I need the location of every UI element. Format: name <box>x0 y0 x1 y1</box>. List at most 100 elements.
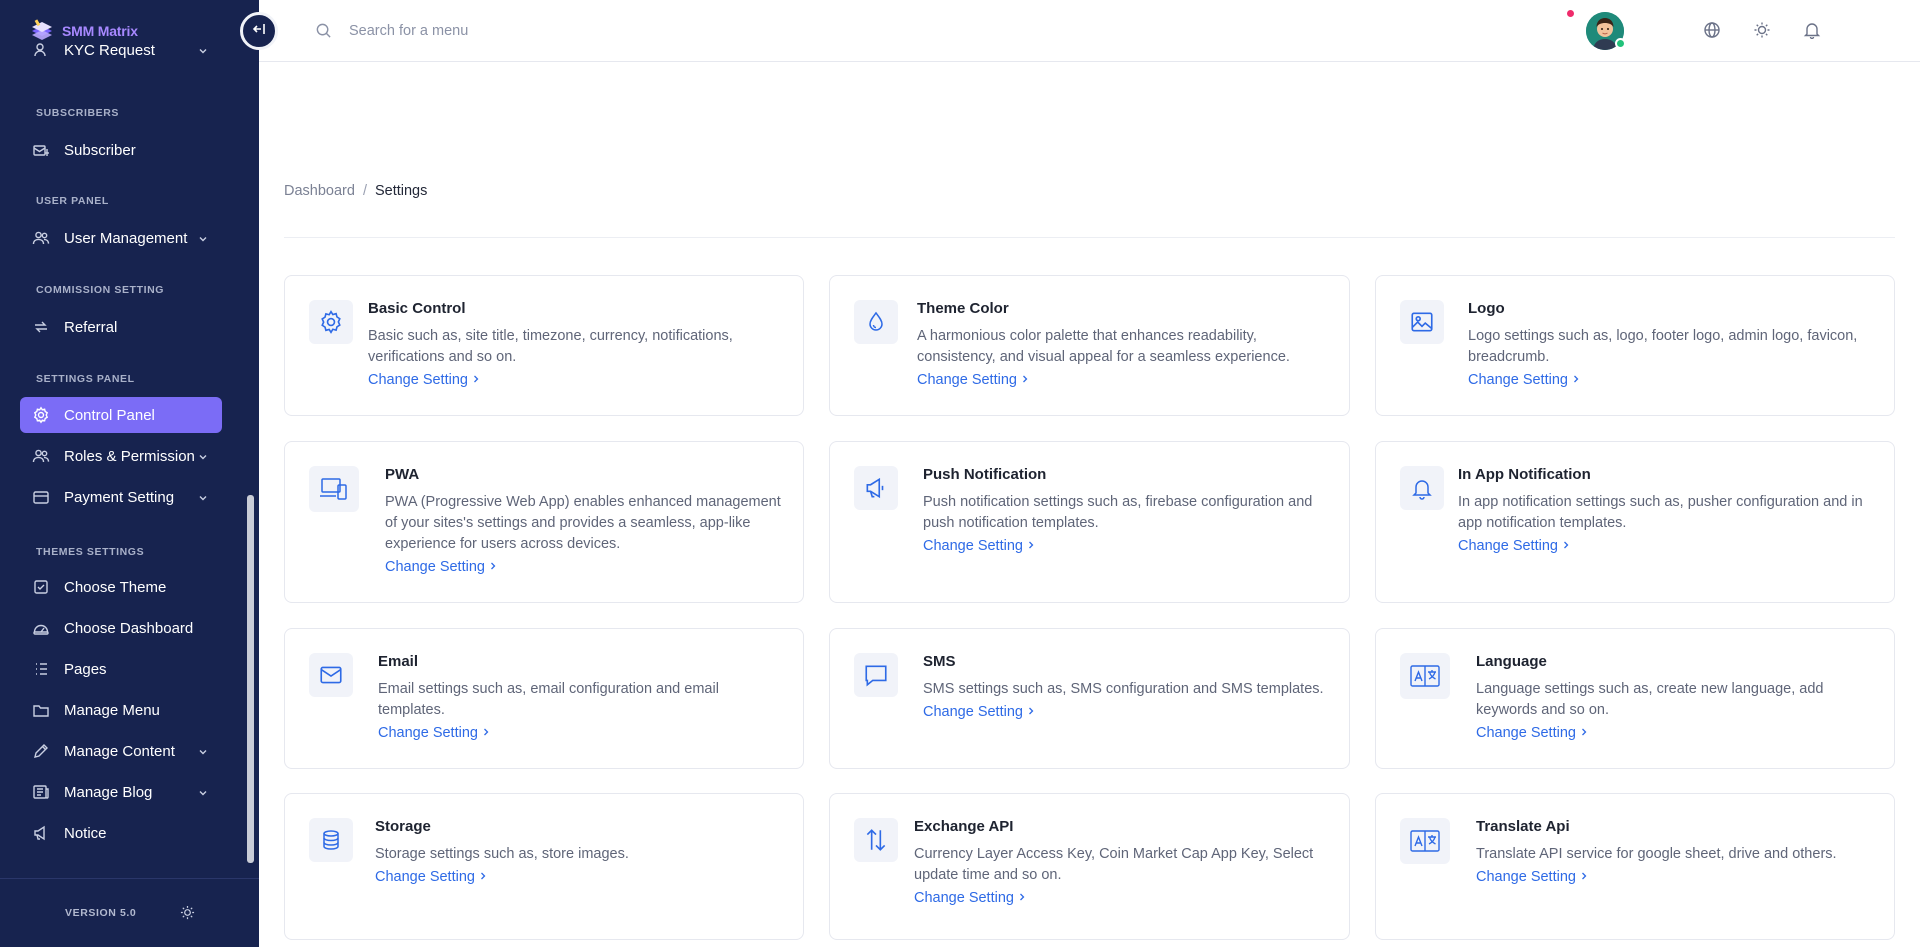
change-setting-link[interactable]: Change Setting <box>378 725 490 741</box>
card-description: A harmonious color palette that enhances… <box>917 328 1290 365</box>
section-commission-setting: COMMISSION SETTING <box>36 284 165 296</box>
collapse-arrow-icon <box>252 22 266 41</box>
bell-icon <box>1400 466 1444 510</box>
sidebar-item-manage-menu[interactable]: Manage Menu <box>20 692 222 728</box>
chevron-down-icon <box>198 490 208 507</box>
pencil-icon <box>32 742 50 760</box>
change-setting-link[interactable]: Change Setting <box>1468 372 1580 388</box>
exchange-icon <box>854 818 898 862</box>
section-subscribers: SUBSCRIBERS <box>36 107 120 119</box>
gear-icon <box>309 300 353 344</box>
sidebar-item-pages[interactable]: Pages <box>20 651 222 687</box>
search-icon <box>315 22 332 44</box>
chevron-right-icon <box>1580 725 1588 741</box>
sidebar-item-label: Choose Theme <box>64 578 167 596</box>
settings-card-in-app-notification: In App Notification In app notification … <box>1375 441 1895 603</box>
users-icon <box>32 229 50 247</box>
breadcrumb-current: Settings <box>374 183 428 199</box>
sidebar-item-label: Notice <box>64 824 107 842</box>
card-title: Logo <box>1468 300 1505 317</box>
wallet-icon <box>32 488 50 506</box>
settings-card-push-notification: Push Notification Push notification sett… <box>829 441 1350 603</box>
card-title: SMS <box>923 653 956 670</box>
chevron-down-icon <box>198 43 208 60</box>
sidebar-item-label: User Management <box>64 229 188 247</box>
blog-icon <box>32 783 50 801</box>
card-title: Basic Control <box>368 300 466 317</box>
card-description: Email settings such as, email configurat… <box>378 681 719 718</box>
sidebar-item-payment-setting[interactable]: Payment Setting <box>20 479 222 515</box>
droplet-icon <box>854 300 898 344</box>
change-setting-link[interactable]: Change Setting <box>385 559 497 575</box>
sidebar-item-label: Roles & Permission <box>64 447 195 465</box>
card-description: Push notification settings such as, fire… <box>923 494 1313 531</box>
sidebar-collapse-button[interactable] <box>240 12 278 50</box>
sidebar-item-subscriber[interactable]: Subscriber <box>20 132 222 168</box>
sidebar-item-label: Referral <box>64 318 118 336</box>
chevron-right-icon <box>1027 538 1035 554</box>
change-setting-link[interactable]: Change Setting <box>914 890 1026 906</box>
translate-icon <box>1400 818 1450 864</box>
settings-card-pwa: PWA PWA (Progressive Web App) enables en… <box>284 441 804 603</box>
notification-dot <box>1567 10 1574 17</box>
sun-icon[interactable] <box>1753 21 1771 44</box>
card-body: Translate Api Translate API service for … <box>1476 818 1876 886</box>
card-title: Push Notification <box>923 466 1047 483</box>
message-icon <box>854 653 898 697</box>
folder-icon <box>32 701 50 719</box>
chevron-right-icon <box>1027 704 1035 720</box>
online-status-dot <box>1615 38 1626 49</box>
sidebar: SMM Matrix KYC Request SUBSCRIBERS Subsc… <box>0 0 259 947</box>
card-description: Basic such as, site title, timezone, cur… <box>368 328 733 365</box>
card-body: PWA PWA (Progressive Web App) enables en… <box>385 466 785 576</box>
megaphone-icon <box>854 466 898 510</box>
link-label: Change Setting <box>914 890 1014 906</box>
search-input[interactable] <box>349 18 749 44</box>
devices-icon <box>309 466 359 512</box>
chevron-down-icon <box>198 231 208 248</box>
card-body: Theme Color A harmonious color palette t… <box>917 300 1331 389</box>
translate-icon <box>1400 653 1450 699</box>
sidebar-item-manage-blog[interactable]: Manage Blog <box>20 774 222 810</box>
sidebar-item-roles-permission[interactable]: Roles & Permission <box>20 438 222 474</box>
chevron-down-icon <box>198 785 208 802</box>
sidebar-item-referral[interactable]: Referral <box>20 309 222 345</box>
settings-card-email: Email Email settings such as, email conf… <box>284 628 804 769</box>
breadcrumb: Dashboard / Settings <box>284 183 427 199</box>
sidebar-scrollbar[interactable] <box>247 495 254 863</box>
sidebar-item-kyc-request[interactable]: KYC Request <box>20 32 222 68</box>
breadcrumb-dashboard-link[interactable]: Dashboard <box>284 183 355 199</box>
sidebar-item-control-panel[interactable]: Control Panel <box>20 397 222 433</box>
sidebar-item-notice[interactable]: Notice <box>20 815 222 851</box>
sidebar-item-manage-content[interactable]: Manage Content <box>20 733 222 769</box>
change-setting-link[interactable]: Change Setting <box>1476 869 1588 885</box>
link-label: Change Setting <box>923 538 1023 554</box>
change-setting-link[interactable]: Change Setting <box>1458 538 1570 554</box>
change-setting-link[interactable]: Change Setting <box>923 538 1035 554</box>
sidebar-item-label: Payment Setting <box>64 488 175 506</box>
change-setting-link[interactable]: Change Setting <box>368 372 480 388</box>
card-description: PWA (Progressive Web App) enables enhanc… <box>385 494 781 552</box>
chevron-right-icon <box>1018 890 1026 906</box>
change-setting-link[interactable]: Change Setting <box>923 704 1035 720</box>
settings-card-storage: Storage Storage settings such as, store … <box>284 793 804 940</box>
globe-icon[interactable] <box>1703 21 1721 44</box>
change-setting-link[interactable]: Change Setting <box>1476 725 1588 741</box>
sidebar-item-user-management[interactable]: User Management <box>20 220 222 256</box>
version-label: VERSION 5.0 <box>65 907 137 919</box>
breadcrumb-separator: / <box>362 183 367 199</box>
change-setting-link[interactable]: Change Setting <box>375 869 487 885</box>
bell-icon[interactable] <box>1803 21 1821 44</box>
sun-icon[interactable] <box>180 905 195 925</box>
settings-card-basic-control: Basic Control Basic such as, site title,… <box>284 275 804 416</box>
card-body: Language Language settings such as, crea… <box>1476 653 1876 742</box>
change-setting-link[interactable]: Change Setting <box>917 372 1029 388</box>
card-title: Storage <box>375 818 431 835</box>
sidebar-item-choose-theme[interactable]: Choose Theme <box>20 569 222 605</box>
link-label: Change Setting <box>385 559 485 575</box>
sidebar-item-label: Subscriber <box>64 141 136 159</box>
sidebar-item-choose-dashboard[interactable]: Choose Dashboard <box>20 610 222 646</box>
chevron-right-icon <box>479 869 487 885</box>
sidebar-item-label: Choose Dashboard <box>64 619 194 637</box>
card-description: In app notification settings such as, pu… <box>1458 494 1863 531</box>
